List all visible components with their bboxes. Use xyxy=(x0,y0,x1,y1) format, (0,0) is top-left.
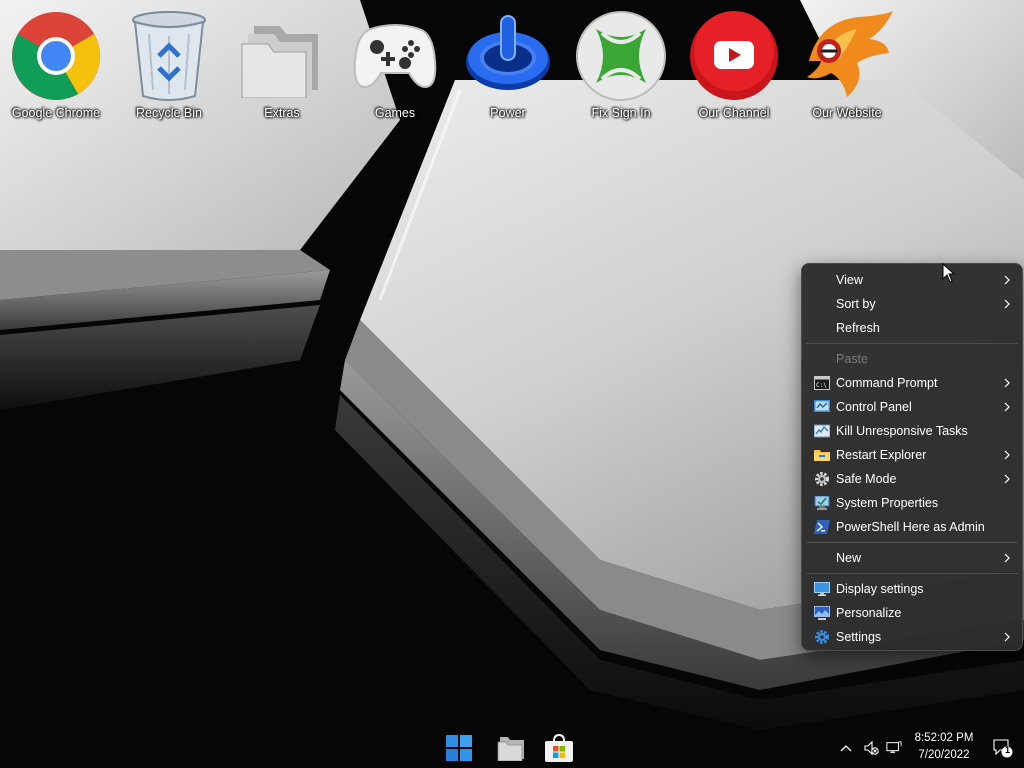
desktop-icon-label: Fix Sign In xyxy=(591,106,651,120)
desktop-icon-label: Our Website xyxy=(812,106,882,120)
menu-item-label: Sort by xyxy=(836,297,876,311)
recycle-bin-icon xyxy=(121,8,217,104)
display-icon xyxy=(814,581,830,597)
chevron-right-icon xyxy=(1004,299,1010,309)
chrome-icon xyxy=(8,8,104,104)
microsoft-store-icon xyxy=(545,733,573,762)
menu-item-new[interactable]: New xyxy=(806,546,1018,570)
volume-button[interactable] xyxy=(863,740,879,756)
desktop-icon-label: Our Channel xyxy=(698,106,770,120)
menu-item-label: PowerShell Here as Admin xyxy=(836,520,985,534)
chevron-right-icon xyxy=(1004,275,1010,285)
desktop-context-menu: View Sort by Refresh Paste C:\ Command P… xyxy=(801,263,1023,651)
settings-gear-icon xyxy=(814,629,830,645)
microsoft-store-button[interactable] xyxy=(543,732,575,764)
menu-item-display-settings[interactable]: Display settings xyxy=(806,577,1018,601)
gamepad-icon xyxy=(347,8,443,104)
menu-item-label: Refresh xyxy=(836,321,880,335)
personalize-icon xyxy=(814,605,830,621)
network-icon xyxy=(886,741,902,753)
menu-item-sort-by[interactable]: Sort by xyxy=(806,292,1018,316)
clock-date: 7/20/2022 xyxy=(918,749,970,761)
menu-item-label: Control Panel xyxy=(836,400,912,414)
desktop-icon-google-chrome[interactable]: Google Chrome xyxy=(0,8,112,128)
desktop-icon-label: Google Chrome xyxy=(11,106,101,120)
menu-item-view[interactable]: View xyxy=(806,268,1018,292)
menu-item-settings[interactable]: Settings xyxy=(806,625,1018,649)
desktop-icon-extras[interactable]: Extras xyxy=(226,8,338,128)
menu-item-label: New xyxy=(836,551,862,565)
menu-item-label: Kill Unresponsive Tasks xyxy=(836,424,968,438)
file-explorer-button[interactable] xyxy=(495,732,527,764)
menu-item-powershell-admin[interactable]: PowerShell Here as Admin xyxy=(806,515,1018,539)
menu-item-label: System Properties xyxy=(836,496,939,510)
control-panel-icon xyxy=(814,399,830,415)
power-icon xyxy=(460,8,556,104)
xbox-icon xyxy=(573,8,669,104)
desktop-icon-label: Extras xyxy=(264,106,300,120)
desktop-icon-label: Power xyxy=(490,106,526,120)
menu-item-personalize[interactable]: Personalize xyxy=(806,601,1018,625)
menu-item-label: Settings xyxy=(836,630,882,644)
chevron-right-icon xyxy=(1004,632,1010,642)
windows-start-icon xyxy=(446,735,472,761)
desktop-icon-our-website[interactable]: Our Website xyxy=(791,8,903,128)
desktop-icon-games[interactable]: Games xyxy=(339,8,451,128)
chevron-right-icon xyxy=(1004,553,1010,563)
chevron-right-icon xyxy=(1004,474,1010,484)
menu-item-safe-mode[interactable]: Safe Mode xyxy=(806,467,1018,491)
desktop-icon-label: Recycle Bin xyxy=(136,106,202,120)
clock-time: 8:52:02 PM xyxy=(914,732,974,744)
menu-separator xyxy=(806,542,1018,543)
start-button[interactable] xyxy=(443,732,475,764)
menu-separator xyxy=(806,573,1018,574)
explorer-folder-icon xyxy=(814,447,830,463)
folder-icon xyxy=(234,8,330,104)
desktop[interactable]: Google Chrome Recycle Bin Extras Games P… xyxy=(0,0,1024,768)
menu-item-label: Personalize xyxy=(836,606,902,620)
notification-count-badge: 1 xyxy=(1004,745,1010,755)
gear-icon xyxy=(814,471,830,487)
kill-tasks-icon xyxy=(814,423,830,439)
mouse-cursor-icon xyxy=(942,263,956,283)
menu-item-refresh[interactable]: Refresh xyxy=(806,316,1018,340)
command-prompt-icon: C:\ xyxy=(814,375,830,391)
notification-center-button[interactable]: 1 xyxy=(993,738,1013,758)
menu-item-paste: Paste xyxy=(806,347,1018,371)
chevron-right-icon xyxy=(1004,378,1010,388)
menu-item-label: Paste xyxy=(836,352,868,366)
file-explorer-icon xyxy=(497,737,524,761)
desktop-icon-power[interactable]: Power xyxy=(452,8,564,128)
menu-item-label: View xyxy=(836,273,863,287)
desktop-icon-label: Games xyxy=(374,106,416,120)
chevron-right-icon xyxy=(1004,402,1010,412)
desktop-icon-recycle-bin[interactable]: Recycle Bin xyxy=(113,8,225,128)
volume-muted-icon xyxy=(864,740,879,756)
powershell-icon xyxy=(814,519,830,535)
desktop-icon-our-channel[interactable]: Our Channel xyxy=(678,8,790,128)
menu-item-restart-explorer[interactable]: Restart Explorer xyxy=(806,443,1018,467)
menu-item-label: Restart Explorer xyxy=(836,448,927,462)
menu-item-label: Command Prompt xyxy=(836,376,938,390)
menu-item-control-panel[interactable]: Control Panel xyxy=(806,395,1018,419)
menu-item-command-prompt[interactable]: C:\ Command Prompt xyxy=(806,371,1018,395)
menu-item-system-properties[interactable]: System Properties xyxy=(806,491,1018,515)
taskbar-clock[interactable]: 8:52:02 PM 7/20/2022 xyxy=(906,730,982,764)
menu-separator xyxy=(806,343,1018,344)
network-button[interactable] xyxy=(886,740,902,756)
taskbar: 8:52:02 PM 7/20/2022 1 xyxy=(0,728,1024,768)
phoenix-logo-icon xyxy=(799,8,895,104)
system-properties-icon xyxy=(814,495,830,511)
tray-overflow-button[interactable] xyxy=(838,740,854,756)
svg-text:C:\: C:\ xyxy=(816,382,827,389)
menu-item-label: Safe Mode xyxy=(836,472,897,486)
youtube-icon xyxy=(686,8,782,104)
chevron-right-icon xyxy=(1004,450,1010,460)
menu-item-kill-unresponsive-tasks[interactable]: Kill Unresponsive Tasks xyxy=(806,419,1018,443)
desktop-icon-fix-sign-in[interactable]: Fix Sign In xyxy=(565,8,677,128)
chevron-up-icon xyxy=(840,745,852,752)
menu-item-label: Display settings xyxy=(836,582,924,596)
